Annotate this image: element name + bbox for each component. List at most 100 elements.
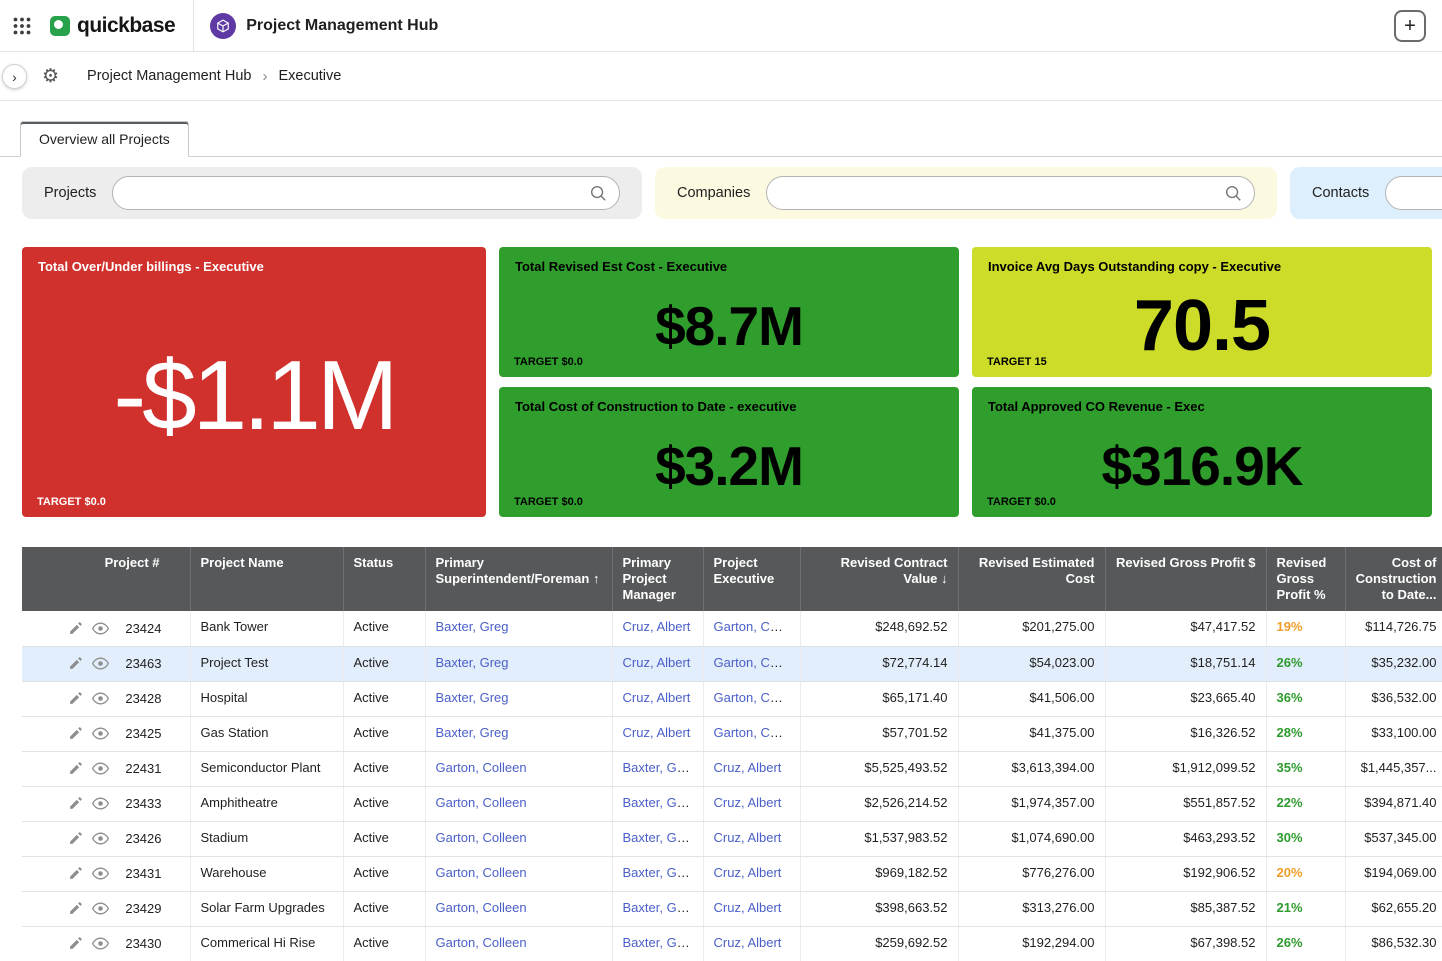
project-manager-link[interactable]: Baxter, Greg bbox=[623, 795, 696, 810]
column-header-revised-gross-profit-pct[interactable]: Revised Gross Profit % bbox=[1266, 547, 1345, 611]
project-manager-link[interactable]: Baxter, Greg bbox=[623, 865, 696, 880]
view-icon[interactable] bbox=[92, 727, 109, 740]
column-header-revised-gross-profit[interactable]: Revised Gross Profit $ bbox=[1105, 547, 1266, 611]
project-executive-link[interactable]: Garton, Colleen bbox=[714, 655, 801, 670]
project-number: 23428 bbox=[125, 691, 189, 706]
project-executive-link[interactable]: Garton, Colleen bbox=[714, 690, 801, 705]
project-manager-link[interactable]: Cruz, Albert bbox=[623, 655, 691, 670]
table-row[interactable]: 23431WarehouseActiveGarton, ColleenBaxte… bbox=[22, 856, 1442, 891]
view-icon[interactable] bbox=[92, 622, 109, 635]
project-executive-link[interactable]: Cruz, Albert bbox=[714, 830, 782, 845]
app-launcher-icon[interactable] bbox=[12, 16, 32, 36]
companies-filter-group: Companies bbox=[655, 167, 1277, 219]
table-row[interactable]: 23424Bank TowerActiveBaxter, GregCruz, A… bbox=[22, 611, 1442, 646]
column-header-revised-contract-value[interactable]: Revised Contract Value ↓ bbox=[800, 547, 958, 611]
project-executive-link[interactable]: Cruz, Albert bbox=[714, 935, 782, 950]
topbar-divider bbox=[193, 0, 194, 52]
superintendent-link[interactable]: Baxter, Greg bbox=[436, 690, 509, 705]
superintendent-link[interactable]: Baxter, Greg bbox=[436, 725, 509, 740]
project-name: Warehouse bbox=[190, 856, 343, 891]
project-executive-link[interactable]: Cruz, Albert bbox=[714, 900, 782, 915]
project-executive-link[interactable]: Cruz, Albert bbox=[714, 865, 782, 880]
superintendent-link[interactable]: Garton, Colleen bbox=[436, 760, 527, 775]
projects-search-input[interactable] bbox=[125, 186, 589, 201]
gross-profit-percent: 36% bbox=[1266, 681, 1345, 716]
project-executive-link[interactable]: Cruz, Albert bbox=[714, 760, 782, 775]
project-manager-link[interactable]: Cruz, Albert bbox=[623, 725, 691, 740]
column-header-primary-project-manager[interactable]: Primary Project Manager bbox=[612, 547, 703, 611]
view-icon[interactable] bbox=[92, 692, 109, 705]
project-manager-link[interactable]: Cruz, Albert bbox=[623, 690, 691, 705]
superintendent-link[interactable]: Garton, Colleen bbox=[436, 830, 527, 845]
projects-search[interactable] bbox=[112, 176, 620, 210]
gross-profit-percent: 26% bbox=[1266, 926, 1345, 961]
edit-icon[interactable] bbox=[68, 761, 83, 776]
project-manager-link[interactable]: Baxter, Greg bbox=[623, 935, 696, 950]
table-row[interactable]: 23430Commerical Hi RiseActiveGarton, Col… bbox=[22, 926, 1442, 961]
project-executive-link[interactable]: Garton, Colleen bbox=[714, 725, 801, 740]
contacts-search[interactable] bbox=[1385, 176, 1442, 210]
project-executive-link[interactable]: Garton, Colleen bbox=[714, 619, 801, 634]
edit-icon[interactable] bbox=[68, 901, 83, 916]
superintendent-link[interactable]: Garton, Colleen bbox=[436, 935, 527, 950]
view-icon[interactable] bbox=[92, 902, 109, 915]
quickbase-logo[interactable]: quickbase bbox=[50, 14, 175, 38]
superintendent-link[interactable]: Baxter, Greg bbox=[436, 619, 509, 634]
column-header-project-number[interactable]: Project # bbox=[22, 547, 190, 611]
edit-icon[interactable] bbox=[68, 866, 83, 881]
app-icon bbox=[210, 13, 236, 39]
status: Active bbox=[343, 681, 425, 716]
table-row[interactable]: 23425Gas StationActiveBaxter, GregCruz, … bbox=[22, 716, 1442, 751]
edit-icon[interactable] bbox=[68, 656, 83, 671]
table-row[interactable]: 23426StadiumActiveGarton, ColleenBaxter,… bbox=[22, 821, 1442, 856]
edit-icon[interactable] bbox=[68, 621, 83, 636]
kpi-title: Total Over/Under billings - Executive bbox=[22, 247, 486, 274]
status: Active bbox=[343, 716, 425, 751]
superintendent-link[interactable]: Garton, Colleen bbox=[436, 900, 527, 915]
edit-icon[interactable] bbox=[68, 726, 83, 741]
topbar: quickbase Project Management Hub + bbox=[0, 0, 1442, 52]
column-header-revised-estimated-cost[interactable]: Revised Estimated Cost bbox=[958, 547, 1105, 611]
project-manager-link[interactable]: Baxter, Greg bbox=[623, 900, 696, 915]
project-executive-link[interactable]: Cruz, Albert bbox=[714, 795, 782, 810]
companies-search-input[interactable] bbox=[779, 186, 1224, 201]
table-row[interactable]: 23428HospitalActiveBaxter, GregCruz, Alb… bbox=[22, 681, 1442, 716]
table-row[interactable]: 23433AmphitheatreActiveGarton, ColleenBa… bbox=[22, 786, 1442, 821]
settings-gear-icon[interactable]: ⚙ bbox=[42, 67, 59, 86]
gross-profit-percent: 21% bbox=[1266, 891, 1345, 926]
table-row[interactable]: 23429Solar Farm UpgradesActiveGarton, Co… bbox=[22, 891, 1442, 926]
table-row[interactable]: 23463Project TestActiveBaxter, GregCruz,… bbox=[22, 646, 1442, 681]
new-tab-button[interactable]: + bbox=[1394, 10, 1426, 42]
companies-search[interactable] bbox=[766, 176, 1255, 210]
breadcrumb-app-link[interactable]: Project Management Hub bbox=[87, 68, 251, 84]
table-row[interactable]: 22431Semiconductor PlantActiveGarton, Co… bbox=[22, 751, 1442, 786]
column-header-project-name[interactable]: Project Name bbox=[190, 547, 343, 611]
edit-icon[interactable] bbox=[68, 936, 83, 951]
column-header-cost-of-construction[interactable]: Cost of Construction to Date... bbox=[1345, 547, 1442, 611]
contacts-search-input[interactable] bbox=[1398, 186, 1442, 201]
superintendent-link[interactable]: Garton, Colleen bbox=[436, 865, 527, 880]
view-icon[interactable] bbox=[92, 797, 109, 810]
tab-overview-all-projects[interactable]: Overview all Projects bbox=[20, 121, 189, 157]
gross-profit-percent: 28% bbox=[1266, 716, 1345, 751]
view-icon[interactable] bbox=[92, 762, 109, 775]
project-manager-link[interactable]: Baxter, Greg bbox=[623, 830, 696, 845]
superintendent-link[interactable]: Baxter, Greg bbox=[436, 655, 509, 670]
edit-icon[interactable] bbox=[68, 796, 83, 811]
project-name: Amphitheatre bbox=[190, 786, 343, 821]
project-manager-link[interactable]: Cruz, Albert bbox=[623, 619, 691, 634]
view-icon[interactable] bbox=[92, 937, 109, 950]
view-icon[interactable] bbox=[92, 657, 109, 670]
edit-icon[interactable] bbox=[68, 691, 83, 706]
superintendent-link[interactable]: Garton, Colleen bbox=[436, 795, 527, 810]
column-header-primary-superintendent[interactable]: Primary Superintendent/Foreman ↑ bbox=[425, 547, 612, 611]
project-name: Gas Station bbox=[190, 716, 343, 751]
column-header-project-executive[interactable]: Project Executive bbox=[703, 547, 800, 611]
column-header-status[interactable]: Status bbox=[343, 547, 425, 611]
sidebar-expand-button[interactable]: › bbox=[2, 64, 27, 89]
view-icon[interactable] bbox=[92, 832, 109, 845]
edit-icon[interactable] bbox=[68, 831, 83, 846]
project-manager-link[interactable]: Baxter, Greg bbox=[623, 760, 696, 775]
kpi-total-cost-of-construction: Total Cost of Construction to Date - exe… bbox=[499, 387, 959, 517]
view-icon[interactable] bbox=[92, 867, 109, 880]
